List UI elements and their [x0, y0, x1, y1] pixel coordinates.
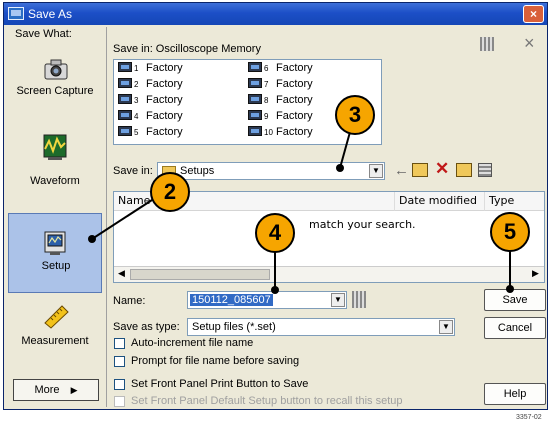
- figure-id: 3357-02: [516, 414, 542, 421]
- callout-3: 3: [335, 95, 375, 135]
- callout-4: 4: [255, 213, 295, 253]
- callout-5: 5: [490, 212, 530, 252]
- callout-2: 2: [150, 172, 190, 212]
